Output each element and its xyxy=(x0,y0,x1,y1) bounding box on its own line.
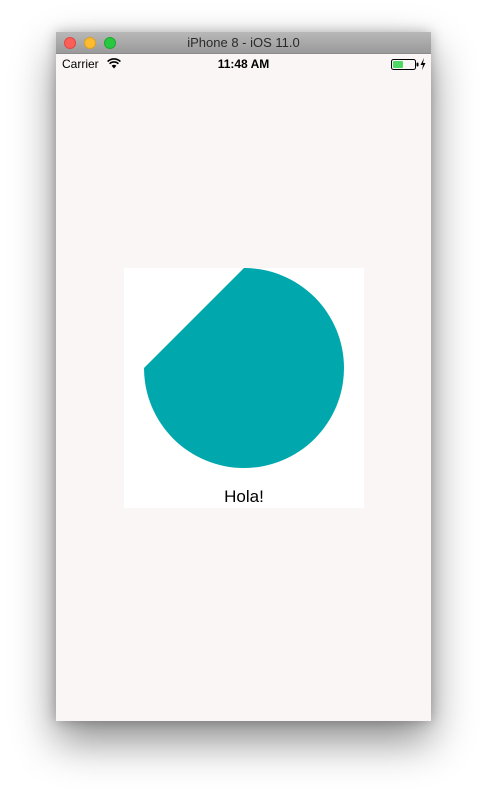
greeting-label: Hola! xyxy=(224,487,264,506)
charging-icon xyxy=(420,58,426,70)
simulator-window: iPhone 8 - iOS 11.0 Carrier 11:48 AM Hol… xyxy=(56,32,431,721)
title-bar: iPhone 8 - iOS 11.0 xyxy=(56,32,431,54)
circle-with-cut-corner xyxy=(144,268,344,468)
content-card: Hola! xyxy=(124,268,364,508)
status-bar: Carrier 11:48 AM xyxy=(56,54,431,74)
window-title: iPhone 8 - iOS 11.0 xyxy=(187,35,300,50)
status-time: 11:48 AM xyxy=(217,57,270,71)
teal-shape xyxy=(144,268,344,468)
battery-icon xyxy=(391,59,419,70)
